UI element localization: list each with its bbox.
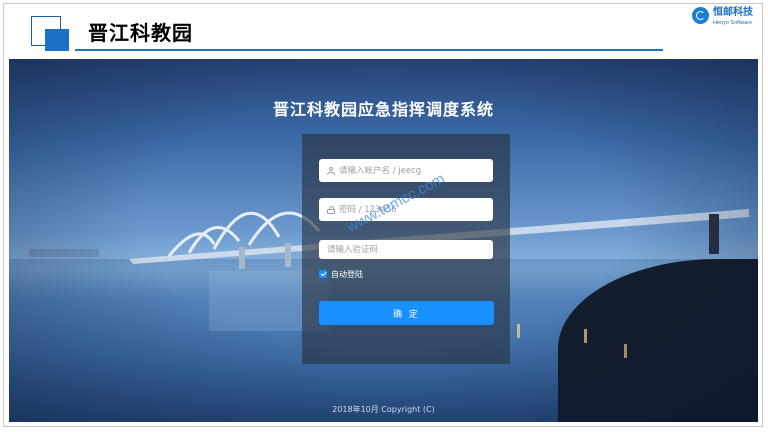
footer-copyright: 2018年10月 Copyright (C) <box>332 405 435 414</box>
remember-me[interactable]: 自动登陆 <box>319 269 363 279</box>
remember-label: 自动登陆 <box>331 269 363 279</box>
header-divider <box>75 49 663 51</box>
user-icon <box>327 166 335 175</box>
company-logo-icon <box>692 7 709 24</box>
company-logo: 恒邮科技 Henyo Software <box>692 7 762 31</box>
header-decoration-fill <box>45 29 69 51</box>
remember-checkbox[interactable] <box>319 270 327 278</box>
system-title: 晋江科教园应急指挥调度系统 <box>272 100 494 119</box>
company-name-cn: 恒邮科技 <box>713 7 753 18</box>
lock-icon <box>327 205 335 214</box>
page-title: 晋江科教园 <box>88 21 193 45</box>
username-input[interactable] <box>339 165 489 176</box>
company-name-en: Henyo Software <box>713 20 753 26</box>
captcha-input[interactable] <box>327 244 477 255</box>
login-screenshot: 晋江科教园应急指挥调度系统 自动登陆 确 定 www.temcc.com 201… <box>9 59 758 422</box>
captcha-field[interactable] <box>319 240 493 259</box>
submit-button[interactable]: 确 定 <box>319 301 494 325</box>
username-field[interactable] <box>319 159 493 182</box>
